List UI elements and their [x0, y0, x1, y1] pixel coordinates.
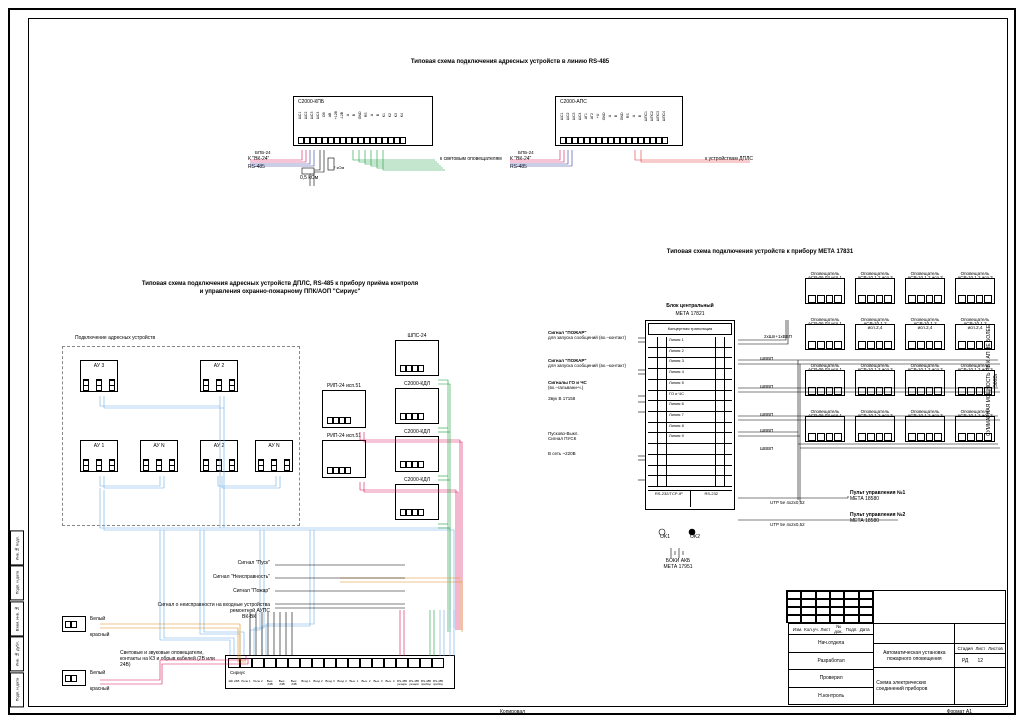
amp-cell: ОповещательАСР-10.1.2 исп.3 — [855, 278, 895, 304]
binder-column: Инв.№ подл. Подп. и дата Взам. инв. № Ин… — [10, 530, 24, 707]
amp-cell: ОповещательАСР-06.03 исп.1 — [805, 324, 845, 350]
amp-cell: ОповещательАСР-10.1.2 исп.3 — [955, 416, 995, 442]
amp-cell: ОповещательАСР-06.03 исп.1 — [805, 416, 845, 442]
amp-cell: ОповещательАСР-10.1.2 исп.2,4 — [855, 324, 895, 350]
binder-seg: Взам. инв. № — [10, 601, 24, 636]
binder-seg: Инв.№ подл. — [10, 530, 24, 565]
title-left: Типовая схема подключения адресных устро… — [140, 280, 420, 296]
top-wiring — [240, 96, 760, 191]
bottom-wiring — [80, 610, 480, 700]
title-block-upper — [786, 590, 1006, 623]
amp-cell: ОповещательАСР-10.1.2 исп.3 — [955, 278, 995, 304]
amp-cell: ОповещательАСР-06.03 исп.1 — [805, 370, 845, 396]
amp-cell: ОповещательАСР-10.1.2 исп.2,4 — [955, 324, 995, 350]
amp-cell: ОповещательАСР-10.1.2 исп.3 — [905, 370, 945, 396]
format: Формат А1 — [947, 709, 972, 715]
binder-seg: Подп. и дата — [10, 565, 24, 600]
amp-cell: ОповещательАСР-10.1.2 исп.3 — [955, 370, 995, 396]
binder-seg: Инв. № дубл. — [10, 636, 24, 671]
title-block: Изм. Кол.уч. Лист № док. Подп. Дата Нач.… — [788, 623, 1006, 705]
binder-seg: Подп. и дата — [10, 672, 24, 707]
title-top: Типовая схема подключения адресных устро… — [370, 58, 650, 66]
amp-cell: ОповещательАСР-06.03 исп.1 — [805, 278, 845, 304]
amp-cell: ОповещательАСР-10.1.2 исп.3 — [855, 416, 895, 442]
copied: Копировал — [500, 709, 525, 715]
title-right: Типовая схема подключения устройств к пр… — [620, 248, 900, 256]
amp-cell: ОповещательАСР-10.1.2 исп.3 — [905, 278, 945, 304]
amp-cell: ОповещательАСР-10.1.2 исп.3 — [905, 416, 945, 442]
amp-cell: ОповещательАСР-10.1.2 исп.2,4 — [905, 324, 945, 350]
amp-cell: ОповещательАСР-10.1.2 исп.3 — [855, 370, 895, 396]
